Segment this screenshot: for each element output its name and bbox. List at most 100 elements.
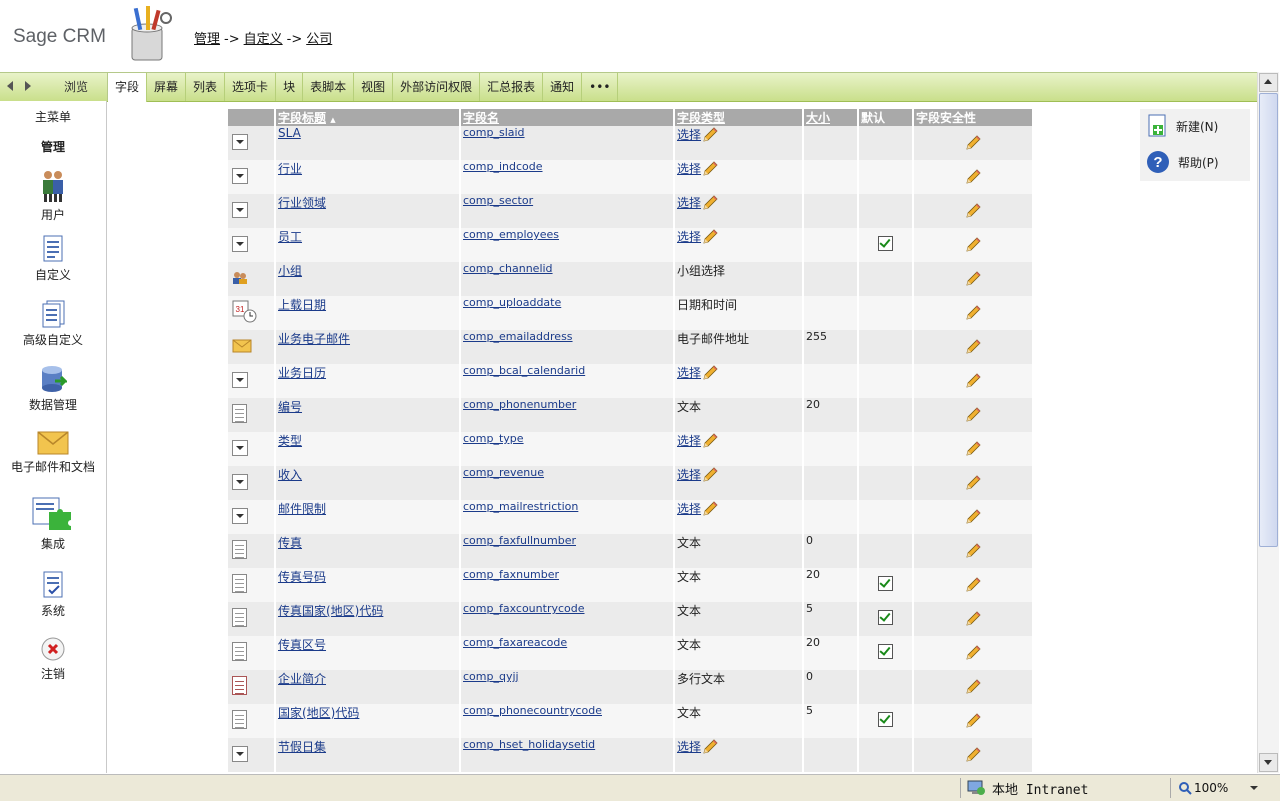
edit-pencil-icon[interactable]	[964, 644, 982, 662]
breadcrumb-admin[interactable]: 管理	[194, 32, 220, 47]
tab-item[interactable]: 选项卡	[225, 73, 277, 101]
field-caption-link[interactable]: 传真号码	[278, 570, 326, 584]
field-caption-link[interactable]: 业务日历	[278, 366, 326, 380]
tab-item[interactable]: 表脚本	[303, 73, 355, 101]
field-name-link[interactable]: comp_faxcountrycode	[463, 602, 585, 615]
field-type-link[interactable]: 选择	[677, 364, 701, 381]
edit-pencil-icon[interactable]	[964, 270, 982, 288]
vertical-scrollbar[interactable]	[1257, 72, 1279, 773]
nav-customize[interactable]: 自定义	[0, 235, 106, 283]
field-type-link[interactable]: 选择	[677, 126, 701, 143]
edit-pencil-icon[interactable]	[964, 338, 982, 356]
edit-pencil-icon[interactable]	[964, 134, 982, 152]
field-name-link[interactable]: comp_bcal_calendarid	[463, 364, 585, 377]
field-name-link[interactable]: comp_indcode	[463, 160, 543, 173]
edit-pencil-icon[interactable]	[701, 364, 719, 382]
edit-pencil-icon[interactable]	[964, 678, 982, 696]
field-caption-link[interactable]: 小组	[278, 264, 302, 278]
main-menu-link[interactable]: 主菜单	[0, 108, 106, 125]
header-field-caption[interactable]: 字段标题 ▲	[276, 109, 461, 126]
nav-email-documents[interactable]: 电子邮件和文档	[0, 431, 106, 475]
edit-pencil-icon[interactable]	[964, 610, 982, 628]
browse-button[interactable]: 浏览	[45, 73, 108, 101]
edit-pencil-icon[interactable]	[701, 466, 719, 484]
admin-link[interactable]: 管理	[0, 138, 106, 155]
nav-integration[interactable]: 集成	[0, 496, 106, 552]
field-caption-link[interactable]: 传真区号	[278, 638, 326, 652]
edit-pencil-icon[interactable]	[964, 508, 982, 526]
field-caption-link[interactable]: 邮件限制	[278, 502, 326, 516]
field-caption-link[interactable]: 类型	[278, 434, 302, 448]
field-name-link[interactable]: comp_emailaddress	[463, 330, 573, 343]
field-caption-link[interactable]: 国家(地区)代码	[278, 706, 359, 720]
edit-pencil-icon[interactable]	[701, 738, 719, 756]
edit-pencil-icon[interactable]	[964, 576, 982, 594]
field-name-link[interactable]: comp_channelid	[463, 262, 553, 275]
field-name-link[interactable]: comp_faxareacode	[463, 636, 567, 649]
edit-pencil-icon[interactable]	[964, 712, 982, 730]
zoom-control[interactable]: 100%	[1178, 779, 1259, 797]
field-caption-link[interactable]: 节假日集	[278, 740, 326, 754]
edit-pencil-icon[interactable]	[964, 542, 982, 560]
edit-pencil-icon[interactable]	[701, 194, 719, 212]
field-name-link[interactable]: comp_employees	[463, 228, 559, 241]
header-field-type[interactable]: 字段类型	[675, 109, 804, 126]
tab-item[interactable]: 视图	[354, 73, 394, 101]
edit-pencil-icon[interactable]	[964, 474, 982, 492]
tab-scroll-right-icon[interactable]	[25, 81, 31, 91]
nav-advanced-customize[interactable]: 高级自定义	[0, 300, 106, 348]
scroll-down-icon[interactable]	[1259, 753, 1278, 772]
field-caption-link[interactable]: 传真国家(地区)代码	[278, 604, 383, 618]
tab-item[interactable]: 外部访问权限	[393, 73, 481, 101]
field-name-link[interactable]: comp_phonecountrycode	[463, 704, 602, 717]
field-caption-link[interactable]: 编号	[278, 400, 302, 414]
field-type-link[interactable]: 选择	[677, 738, 701, 755]
field-type-link[interactable]: 选择	[677, 160, 701, 177]
field-name-link[interactable]: comp_type	[463, 432, 524, 445]
sort-size[interactable]: 大小	[806, 111, 830, 125]
sort-field-caption[interactable]: 字段标题	[278, 111, 326, 125]
tab-item[interactable]: 汇总报表	[480, 73, 544, 101]
tab-item[interactable]: 屏幕	[147, 73, 187, 101]
sort-field-name[interactable]: 字段名	[463, 111, 499, 125]
breadcrumb-customize[interactable]: 自定义	[244, 32, 283, 47]
new-button[interactable]: 新建(N)	[1146, 112, 1218, 140]
edit-pencil-icon[interactable]	[701, 432, 719, 450]
edit-pencil-icon[interactable]	[964, 202, 982, 220]
field-caption-link[interactable]: 员工	[278, 230, 302, 244]
tab-item[interactable]: •••	[582, 73, 619, 101]
scroll-thumb[interactable]	[1259, 93, 1278, 547]
field-caption-link[interactable]: 收入	[278, 468, 302, 482]
field-caption-link[interactable]: 行业领域	[278, 196, 326, 210]
edit-pencil-icon[interactable]	[701, 160, 719, 178]
edit-pencil-icon[interactable]	[964, 168, 982, 186]
field-name-link[interactable]: comp_sector	[463, 194, 533, 207]
field-caption-link[interactable]: 传真	[278, 536, 302, 550]
header-field-name[interactable]: 字段名	[461, 109, 675, 126]
breadcrumb-company[interactable]: 公司	[306, 32, 332, 47]
nav-data-management[interactable]: 数据管理	[0, 365, 106, 413]
edit-pencil-icon[interactable]	[964, 236, 982, 254]
field-type-link[interactable]: 选择	[677, 432, 701, 449]
field-name-link[interactable]: comp_revenue	[463, 466, 544, 479]
field-caption-link[interactable]: SLA	[278, 126, 301, 140]
field-type-link[interactable]: 选择	[677, 228, 701, 245]
field-name-link[interactable]: comp_faxnumber	[463, 568, 559, 581]
tab-item[interactable]: 列表	[186, 73, 226, 101]
field-name-link[interactable]: comp_qyjj	[463, 670, 519, 683]
tab-scroll-left-icon[interactable]	[7, 81, 13, 91]
field-name-link[interactable]: comp_phonenumber	[463, 398, 576, 411]
field-name-link[interactable]: comp_uploaddate	[463, 296, 561, 309]
field-name-link[interactable]: comp_hset_holidaysetid	[463, 738, 595, 751]
nav-logout[interactable]: 注销	[0, 636, 106, 682]
edit-pencil-icon[interactable]	[964, 406, 982, 424]
edit-pencil-icon[interactable]	[964, 746, 982, 764]
tab-item[interactable]: 块	[276, 73, 304, 101]
field-name-link[interactable]: comp_mailrestriction	[463, 500, 578, 513]
edit-pencil-icon[interactable]	[964, 304, 982, 322]
edit-pencil-icon[interactable]	[964, 440, 982, 458]
tab-item[interactable]: 通知	[543, 73, 583, 101]
sort-field-type[interactable]: 字段类型	[677, 111, 725, 125]
scroll-up-icon[interactable]	[1259, 73, 1278, 92]
field-caption-link[interactable]: 企业简介	[278, 672, 326, 686]
